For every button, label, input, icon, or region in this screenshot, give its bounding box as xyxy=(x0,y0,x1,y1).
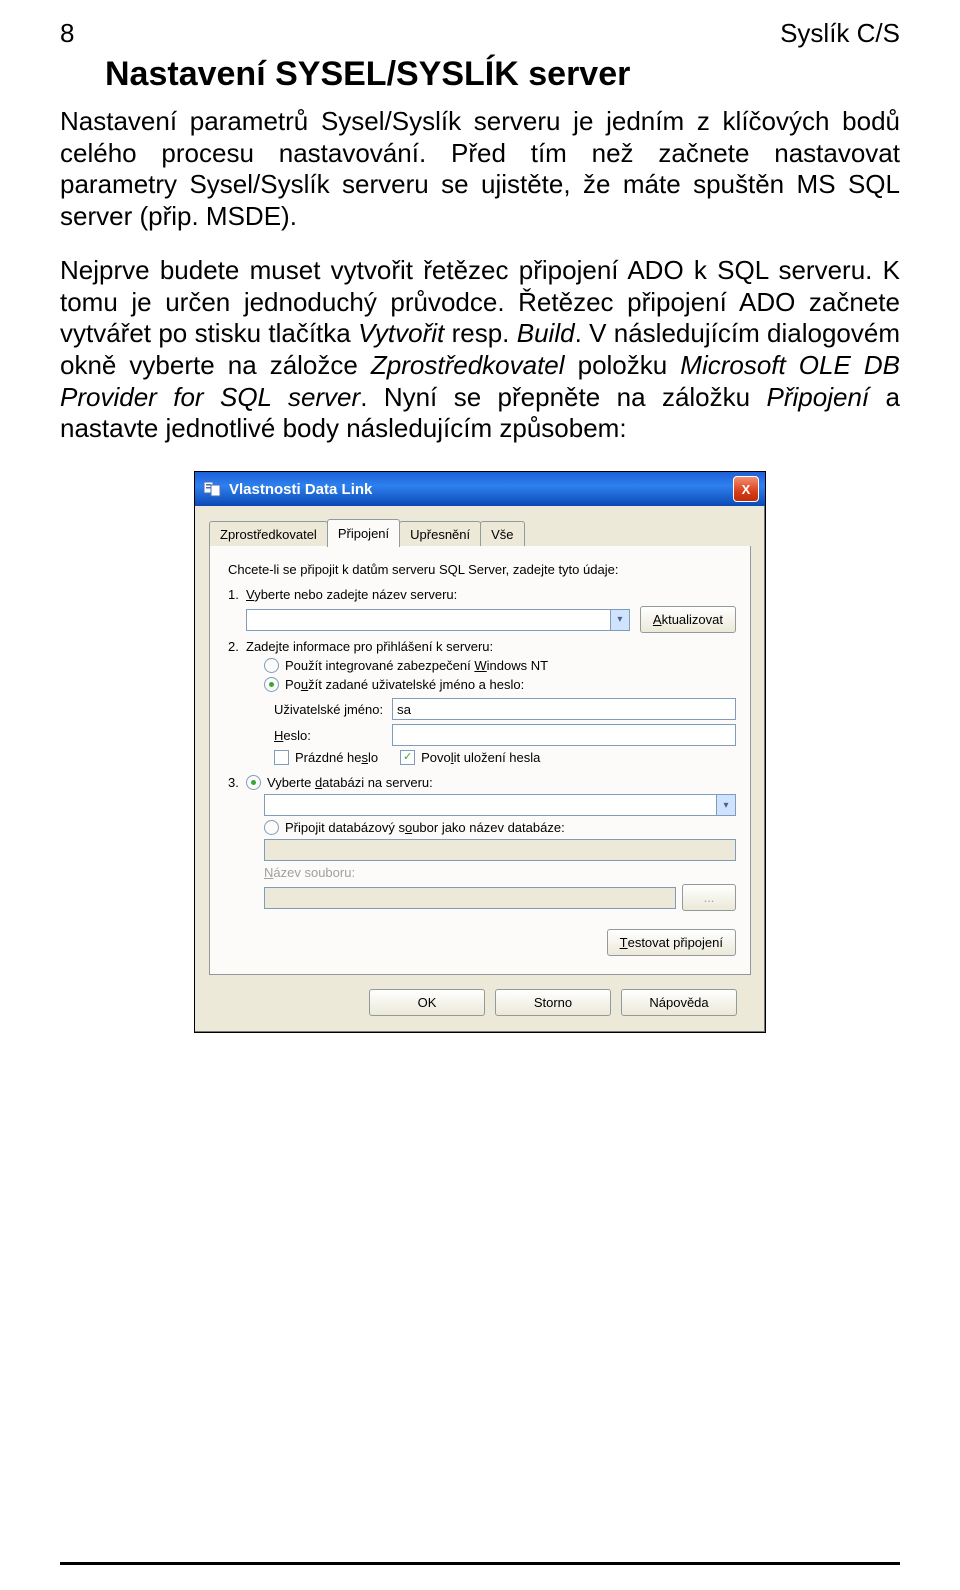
checkbox-blank-password[interactable] xyxy=(274,750,289,765)
username-input[interactable] xyxy=(392,698,736,720)
close-icon[interactable]: X xyxy=(733,476,759,502)
connection-prompt: Chcete-li se připojit k datům serveru SQ… xyxy=(228,562,736,577)
title-bar[interactable]: Vlastnosti Data Link X xyxy=(195,472,765,506)
server-name-dropdown[interactable] xyxy=(246,609,630,631)
radio-integrated-security[interactable] xyxy=(264,658,279,673)
checkbox-blank-label: Prázdné heslo xyxy=(295,750,378,765)
ok-button[interactable]: OK xyxy=(369,989,485,1016)
password-label: Heslo: xyxy=(274,728,392,743)
radio-select-database[interactable] xyxy=(246,775,261,790)
step-1-number: 1. xyxy=(228,587,246,602)
paragraph-1: Nastavení parametrů Sysel/Syslík serveru… xyxy=(60,106,900,233)
footer-divider xyxy=(60,1562,900,1565)
test-connection-button[interactable]: Testovat připojení xyxy=(607,929,736,956)
app-title: Syslík C/S xyxy=(780,18,900,49)
tab-provider[interactable]: Zprostředkovatel xyxy=(209,521,328,546)
filename-label: Název souboru: xyxy=(264,865,355,880)
tab-all[interactable]: Vše xyxy=(480,521,524,546)
tab-advanced[interactable]: Upřesnění xyxy=(399,521,481,546)
step-3-number: 3. xyxy=(228,775,246,790)
radio-attach-file[interactable] xyxy=(264,820,279,835)
tab-connection[interactable]: Připojení xyxy=(327,519,400,547)
radio-integrated-label: Použít integrované zabezpečení Windows N… xyxy=(285,658,548,673)
paragraph-2: Nejprve budete muset vytvořit řetězec př… xyxy=(60,255,900,445)
step-1-label: Vyberte nebo zadejte název serveru: xyxy=(246,587,457,602)
checkbox-save-label: Povolit uložení hesla xyxy=(421,750,540,765)
chevron-down-icon[interactable] xyxy=(716,795,735,815)
radio-specific-user[interactable] xyxy=(264,677,279,692)
data-link-icon xyxy=(201,478,223,500)
chevron-down-icon[interactable] xyxy=(610,610,629,630)
data-link-dialog: Vlastnosti Data Link X Zprostředkovatel … xyxy=(194,471,766,1033)
radio-select-db-label: Vyberte databázi na serveru: xyxy=(267,775,433,790)
step-2-label: Zadejte informace pro přihlášení k serve… xyxy=(246,639,493,654)
username-label: Uživatelské jméno: xyxy=(274,702,392,717)
tab-strip: Zprostředkovatel Připojení Upřesnění Vše xyxy=(209,520,751,546)
section-heading: Nastavení SYSEL/SYSLÍK server xyxy=(105,55,900,94)
filename-input xyxy=(264,887,676,909)
radio-specific-label: Použít zadané uživatelské jméno a heslo: xyxy=(285,677,524,692)
password-input[interactable] xyxy=(392,724,736,746)
checkbox-save-password[interactable] xyxy=(400,750,415,765)
dialog-title: Vlastnosti Data Link xyxy=(229,481,372,498)
page-number: 8 xyxy=(60,18,74,49)
step-2-number: 2. xyxy=(228,639,246,654)
cancel-button[interactable]: Storno xyxy=(495,989,611,1016)
browse-file-button: ... xyxy=(682,884,736,911)
radio-attach-label: Připojit databázový soubor jako název da… xyxy=(285,820,565,835)
database-dropdown[interactable] xyxy=(264,794,736,816)
tab-panel-connection: Chcete-li se připojit k datům serveru SQ… xyxy=(209,546,751,975)
help-button[interactable]: Nápověda xyxy=(621,989,737,1016)
database-name-input xyxy=(264,839,736,861)
refresh-button[interactable]: Aktualizovat xyxy=(640,606,736,633)
